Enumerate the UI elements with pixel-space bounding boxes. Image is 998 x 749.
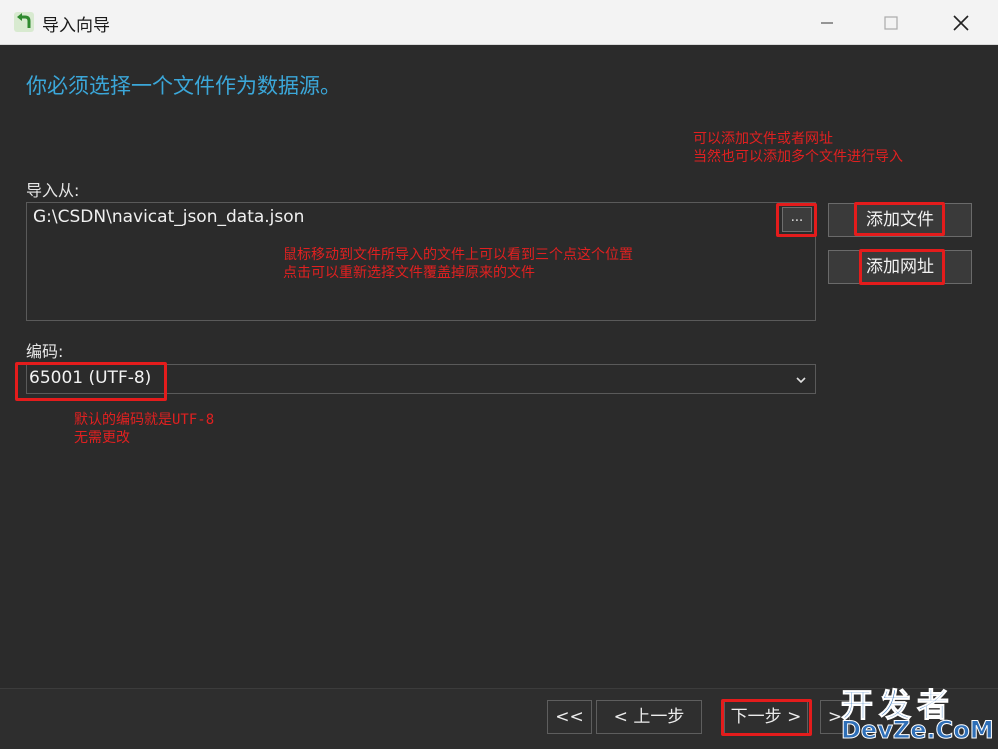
annotation-line: 默认的编码就是UTF-8 <box>74 412 215 428</box>
import-from-label: 导入从: <box>26 181 80 200</box>
annotation-line: 可以添加文件或者网址 <box>693 131 833 147</box>
close-icon <box>953 14 969 31</box>
highlight-next <box>721 699 812 736</box>
page-heading: 你必须选择一个文件作为数据源。 <box>26 74 341 98</box>
first-step-button[interactable]: << <box>547 700 592 734</box>
highlight-encoding <box>15 362 167 401</box>
maximize-button[interactable] <box>856 0 926 45</box>
highlight-browse <box>776 203 817 237</box>
file-list-item[interactable]: G:\CSDN\navicat_json_data.json <box>33 207 304 227</box>
annotation-line: 点击可以重新选择文件覆盖掉原来的文件 <box>283 265 535 281</box>
watermark-logo: 开发者 DevZe.CoM <box>838 680 998 749</box>
minimize-icon <box>821 21 833 24</box>
import-arrow-icon <box>14 12 34 32</box>
annotation-line: 无需更改 <box>74 430 130 446</box>
highlight-add-file <box>854 202 945 236</box>
chevron-down-icon <box>796 377 806 384</box>
annotation-add-note: 可以添加文件或者网址 当然也可以添加多个文件进行导入 <box>693 130 903 166</box>
maximize-icon <box>884 15 898 30</box>
close-button[interactable] <box>926 0 996 45</box>
minimize-button[interactable] <box>792 0 862 45</box>
annotation-dots-note: 鼠标移动到文件所导入的文件上可以看到三个点这个位置 点击可以重新选择文件覆盖掉原… <box>283 246 633 282</box>
watermark-line2: DevZe.CoM <box>841 716 995 745</box>
title-bar: 导入向导 <box>0 0 998 45</box>
annotation-line: 当然也可以添加多个文件进行导入 <box>693 149 903 165</box>
previous-step-button[interactable]: < 上一步 <box>596 700 702 734</box>
annotation-encoding-note: 默认的编码就是UTF-8 无需更改 <box>74 411 214 447</box>
highlight-add-url <box>859 249 945 285</box>
window-title: 导入向导 <box>42 16 110 36</box>
annotation-line: 鼠标移动到文件所导入的文件上可以看到三个点这个位置 <box>283 247 633 263</box>
encoding-label: 编码: <box>26 342 64 361</box>
